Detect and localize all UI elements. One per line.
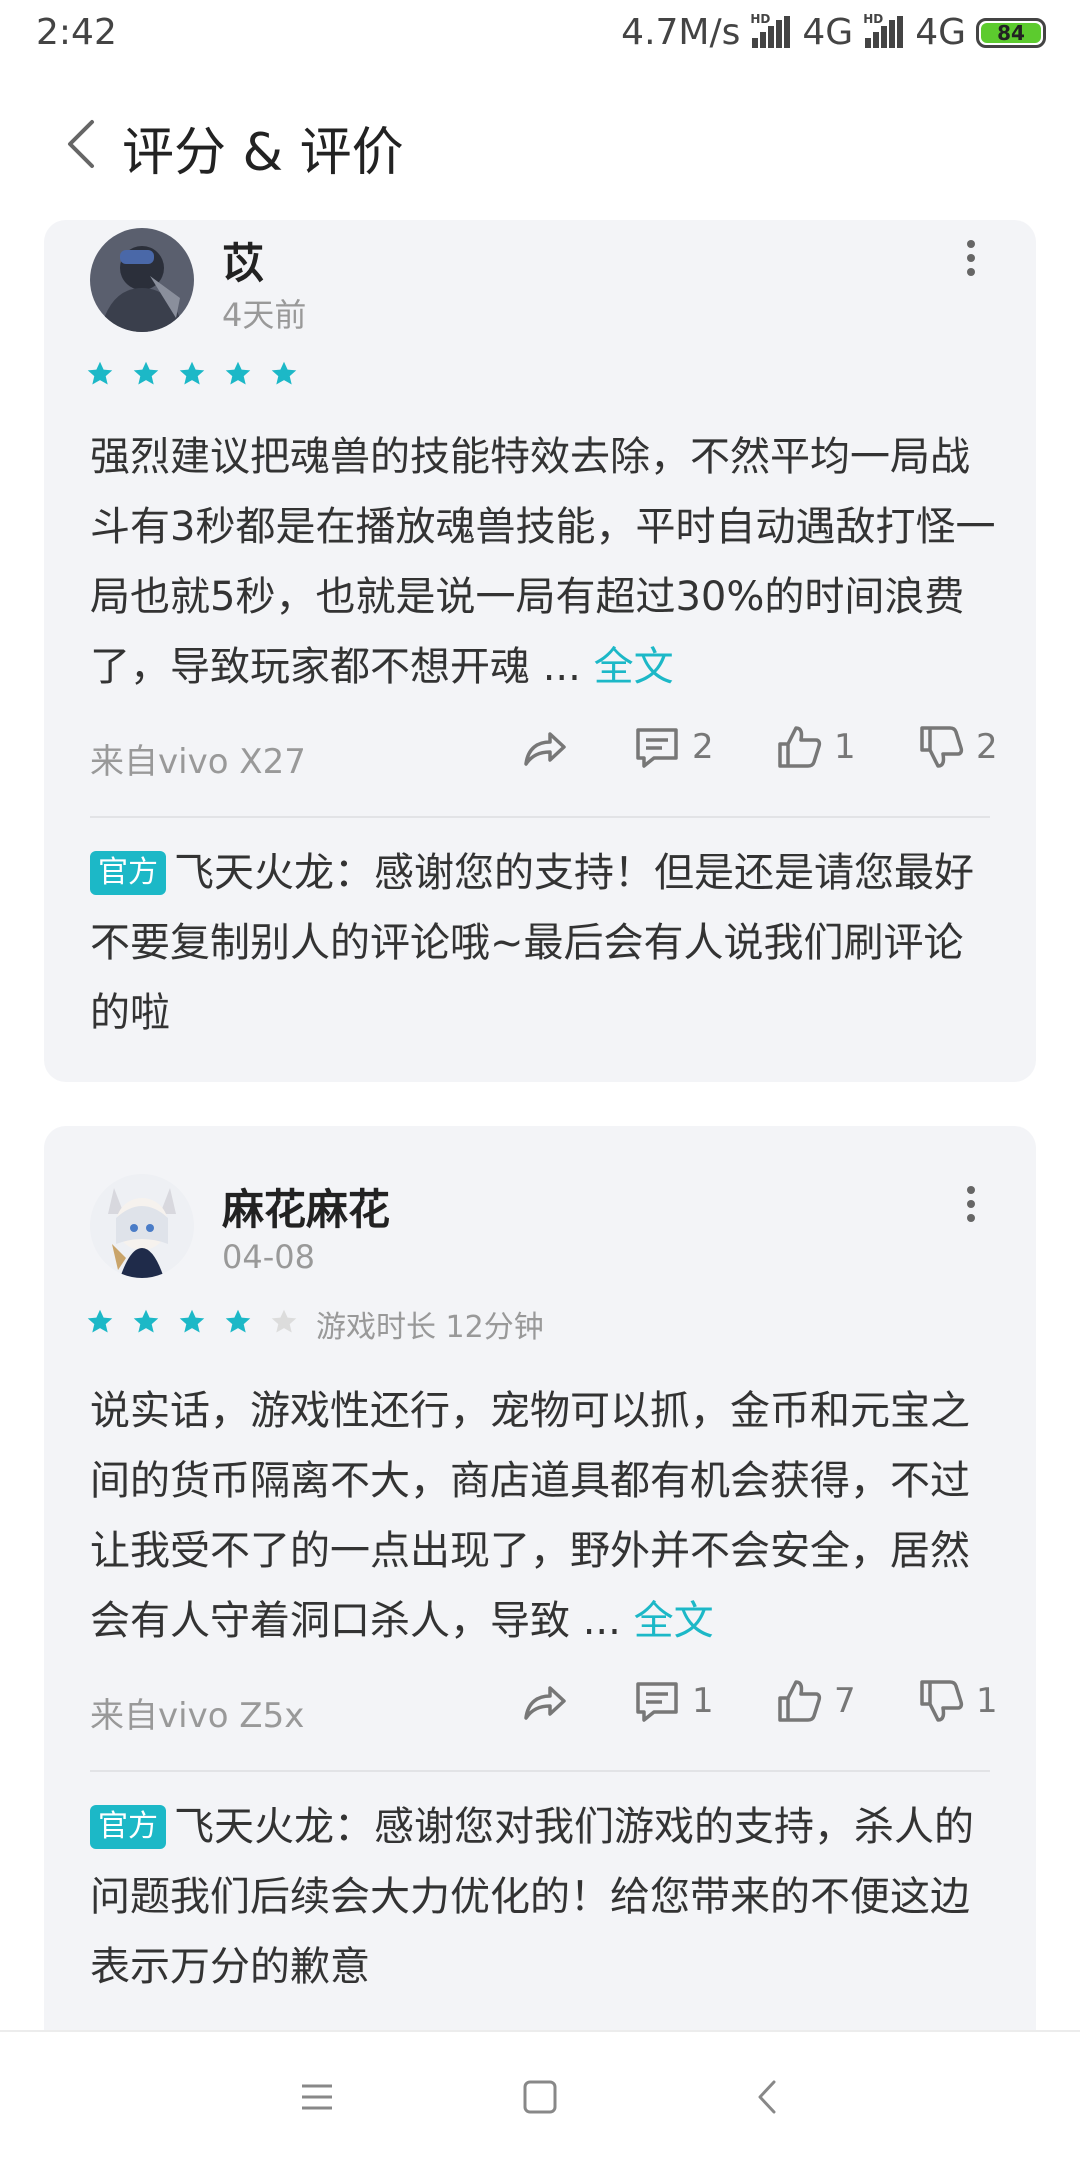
review-card: 苡 4天前 强烈建议把魂兽的技能特效去除，不然平均一局战斗有3秒都是在播放魂兽技… bbox=[44, 220, 1036, 1082]
rating-stars bbox=[86, 1308, 298, 1336]
review-author[interactable]: 苡 bbox=[222, 230, 264, 291]
back-arrow-icon bbox=[758, 2080, 776, 2114]
system-nav-bar bbox=[0, 2030, 1080, 2160]
thumbs-up-icon bbox=[778, 726, 822, 768]
like-button[interactable]: 7 bbox=[774, 1676, 856, 1726]
star-icon bbox=[271, 1309, 297, 1333]
thumbs-down-icon bbox=[920, 1680, 964, 1722]
review-text: 说实话，游戏性还行，宠物可以抓，金币和元宝之间的货币隔离不大，商店道具都有机会获… bbox=[90, 1388, 970, 1644]
thumbs-down-icon bbox=[920, 726, 964, 768]
comment-count: 1 bbox=[692, 1681, 714, 1721]
dislike-button[interactable]: 1 bbox=[916, 1676, 998, 1726]
official-reply: 官方 飞天火龙：感谢您对我们游戏的支持，杀人的问题我们后续会大力优化的！给您带来的… bbox=[90, 1792, 1000, 2002]
comment-count: 2 bbox=[692, 727, 714, 767]
network-type-2: 4G bbox=[915, 12, 966, 53]
star-icon bbox=[179, 1309, 205, 1333]
device-label: 来自vivo Z5x bbox=[90, 1696, 305, 1736]
chevron-left-icon bbox=[68, 120, 94, 168]
page-title: 评分 & 评价 bbox=[122, 123, 404, 183]
play-time: 游戏时长 12分钟 bbox=[316, 1310, 544, 1345]
battery-level: 84 bbox=[981, 22, 1041, 43]
official-badge: 官方 bbox=[90, 851, 166, 895]
divider bbox=[90, 1770, 990, 1772]
battery-icon: 84 bbox=[976, 17, 1046, 48]
device-label: 来自vivo X27 bbox=[90, 742, 306, 782]
star-icon bbox=[87, 1309, 113, 1333]
like-count: 1 bbox=[834, 727, 856, 767]
review-content: 强烈建议把魂兽的技能特效去除，不然平均一局战斗有3秒都是在播放魂兽技能，平时自动… bbox=[90, 422, 1000, 702]
dislike-count: 1 bbox=[976, 1681, 998, 1721]
network-type-1: 4G bbox=[802, 12, 854, 53]
comment-button[interactable]: 1 bbox=[632, 1676, 714, 1726]
star-icon bbox=[179, 361, 205, 385]
full-text-link[interactable]: 全文 bbox=[594, 644, 674, 690]
full-text-link[interactable]: 全文 bbox=[634, 1598, 714, 1644]
avatar[interactable] bbox=[90, 228, 194, 332]
network-speed: 4.7M/s bbox=[621, 12, 741, 53]
share-icon bbox=[524, 732, 566, 766]
reply-text: 飞天火龙：感谢您的支持！但是还是请您最好不要复制别人的评论哦~最后会有人说我们刷… bbox=[90, 850, 974, 1036]
divider bbox=[90, 816, 990, 818]
star-icon bbox=[87, 361, 113, 385]
review-content: 说实话，游戏性还行，宠物可以抓，金币和元宝之间的货币隔离不大，商店道具都有机会获… bbox=[90, 1376, 1000, 1656]
star-icon bbox=[133, 1309, 159, 1333]
official-reply: 官方 飞天火龙：感谢您的支持！但是还是请您最好不要复制别人的评论哦~最后会有人说我… bbox=[90, 838, 1000, 1048]
home-button[interactable] bbox=[515, 2072, 565, 2122]
review-date: 04-08 bbox=[222, 1238, 315, 1276]
review-text: 强烈建议把魂兽的技能特效去除，不然平均一局战斗有3秒都是在播放魂兽技能，平时自动… bbox=[90, 434, 996, 690]
menu-button[interactable] bbox=[292, 2072, 342, 2122]
status-bar: 2:42 4.7M/s HD 4G HD 4G 84 bbox=[0, 0, 1080, 72]
signal-icon-2: HD bbox=[863, 12, 905, 50]
system-back-button[interactable] bbox=[742, 2072, 792, 2122]
review-date: 4天前 bbox=[222, 296, 307, 334]
comment-icon bbox=[636, 1682, 678, 1722]
share-icon bbox=[524, 1686, 566, 1720]
comment-button[interactable]: 2 bbox=[632, 722, 714, 772]
share-button[interactable] bbox=[518, 1676, 568, 1726]
review-author[interactable]: 麻花麻花 bbox=[222, 1176, 390, 1237]
back-button[interactable] bbox=[54, 114, 114, 174]
status-time: 2:42 bbox=[36, 12, 117, 53]
menu-icon bbox=[302, 2084, 332, 2110]
avatar[interactable] bbox=[90, 1174, 194, 1278]
star-icon bbox=[271, 361, 297, 385]
share-button[interactable] bbox=[518, 722, 568, 772]
review-card: 麻花麻花 04-08 游戏时长 12分钟 说实话，游戏性还行，宠物可以抓，金币和… bbox=[44, 1126, 1036, 2056]
reply-text: 飞天火龙：感谢您对我们游戏的支持，杀人的问题我们后续会大力优化的！给您带来的不便… bbox=[90, 1804, 974, 1990]
thumbs-up-icon bbox=[778, 1680, 822, 1722]
star-icon bbox=[133, 361, 159, 385]
more-options-icon[interactable] bbox=[956, 1180, 986, 1240]
official-badge: 官方 bbox=[90, 1805, 166, 1849]
app-header: 评分 & 评价 bbox=[0, 100, 1080, 190]
comment-icon bbox=[636, 728, 678, 768]
more-options-icon[interactable] bbox=[956, 234, 986, 294]
like-button[interactable]: 1 bbox=[774, 722, 856, 772]
like-count: 7 bbox=[834, 1681, 856, 1721]
star-icon bbox=[225, 1309, 251, 1333]
status-indicators: 4.7M/s HD 4G HD 4G 84 bbox=[621, 12, 1046, 53]
home-square-icon bbox=[523, 2080, 557, 2114]
dislike-button[interactable]: 2 bbox=[916, 722, 998, 772]
signal-icon: HD bbox=[750, 12, 792, 50]
dislike-count: 2 bbox=[976, 727, 998, 767]
rating-stars bbox=[86, 360, 298, 388]
star-icon bbox=[225, 361, 251, 385]
